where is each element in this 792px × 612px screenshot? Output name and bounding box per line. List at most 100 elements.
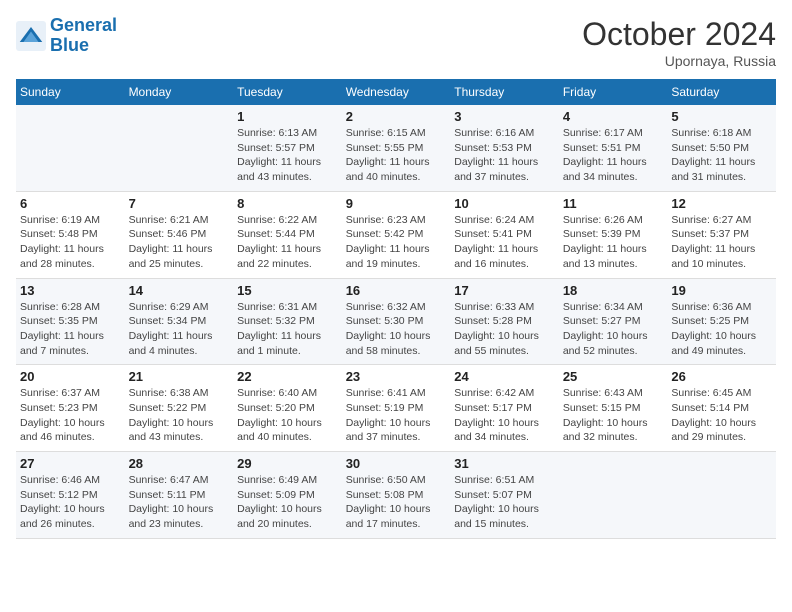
day-info: Sunrise: 6:36 AM Sunset: 5:25 PM Dayligh… (671, 300, 772, 359)
day-info: Sunrise: 6:47 AM Sunset: 5:11 PM Dayligh… (129, 473, 230, 532)
calendar-table: SundayMondayTuesdayWednesdayThursdayFrid… (16, 79, 776, 539)
day-info: Sunrise: 6:50 AM Sunset: 5:08 PM Dayligh… (346, 473, 447, 532)
logo: General Blue (16, 16, 117, 56)
day-info: Sunrise: 6:41 AM Sunset: 5:19 PM Dayligh… (346, 386, 447, 445)
logo-icon (16, 21, 46, 51)
day-cell-22: 22Sunrise: 6:40 AM Sunset: 5:20 PM Dayli… (233, 365, 342, 452)
day-number: 28 (129, 456, 230, 471)
day-number: 5 (671, 109, 772, 124)
day-number: 31 (454, 456, 555, 471)
day-cell-23: 23 Sunrise: 6:41 AM Sunset: 5:19 PM Dayli… (342, 365, 451, 452)
day-cell-27: 27 Sunrise: 6:46 AM Sunset: 5:12 PM Dayli… (16, 452, 125, 539)
day-info: Sunrise: 6:13 AM Sunset: 5:57 PM Dayligh… (237, 126, 338, 185)
day-cell-28: 28 Sunrise: 6:47 AM Sunset: 5:11 PM Dayli… (125, 452, 234, 539)
day-number: 22 (237, 369, 338, 384)
day-cell-13: 13 Sunrise: 6:28 AM Sunset: 5:35 PM Dayli… (16, 278, 125, 365)
day-number: 29 (237, 456, 338, 471)
day-cell-16: 16 Sunrise: 6:32 AM Sunset: 5:30 PM Dayli… (342, 278, 451, 365)
page-header: General Blue October 2024 Upornaya, Russ… (16, 16, 776, 69)
day-info: Sunrise: 6:31 AM Sunset: 5:32 PM Dayligh… (237, 300, 338, 359)
day-cell-19: 19 Sunrise: 6:36 AM Sunset: 5:25 PM Dayli… (667, 278, 776, 365)
day-number: 13 (20, 283, 121, 298)
day-cell-9: 9Sunrise: 6:23 AM Sunset: 5:42 PM Daylig… (342, 191, 451, 278)
weekday-header-sunday: Sunday (16, 79, 125, 105)
day-info: Sunrise: 6:32 AM Sunset: 5:30 PM Dayligh… (346, 300, 447, 359)
day-cell-8: 8Sunrise: 6:22 AM Sunset: 5:44 PM Daylig… (233, 191, 342, 278)
day-info: Sunrise: 6:28 AM Sunset: 5:35 PM Dayligh… (20, 300, 121, 359)
day-cell-26: 26 Sunrise: 6:45 AM Sunset: 5:14 PM Dayli… (667, 365, 776, 452)
day-cell-7: 7 Sunrise: 6:21 AM Sunset: 5:46 PM Daylig… (125, 191, 234, 278)
title-block: October 2024 Upornaya, Russia (582, 16, 776, 69)
day-number: 27 (20, 456, 121, 471)
weekday-header-friday: Friday (559, 79, 668, 105)
day-cell-14: 14 Sunrise: 6:29 AM Sunset: 5:34 PM Dayli… (125, 278, 234, 365)
day-info: Sunrise: 6:21 AM Sunset: 5:46 PM Dayligh… (129, 213, 230, 272)
location: Upornaya, Russia (582, 53, 776, 69)
day-number: 21 (129, 369, 230, 384)
weekday-header-row: SundayMondayTuesdayWednesdayThursdayFrid… (16, 79, 776, 105)
day-number: 10 (454, 196, 555, 211)
day-number: 2 (346, 109, 447, 124)
day-number: 16 (346, 283, 447, 298)
weekday-header-tuesday: Tuesday (233, 79, 342, 105)
day-info: Sunrise: 6:42 AM Sunset: 5:17 PM Dayligh… (454, 386, 555, 445)
day-info: Sunrise: 6:51 AM Sunset: 5:07 PM Dayligh… (454, 473, 555, 532)
day-cell-21: 21Sunrise: 6:38 AM Sunset: 5:22 PM Dayli… (125, 365, 234, 452)
day-cell-17: 17Sunrise: 6:33 AM Sunset: 5:28 PM Dayli… (450, 278, 559, 365)
day-number: 7 (129, 196, 230, 211)
day-number: 8 (237, 196, 338, 211)
day-number: 6 (20, 196, 121, 211)
week-row-4: 20 Sunrise: 6:37 AM Sunset: 5:23 PM Dayli… (16, 365, 776, 452)
day-number: 23 (346, 369, 447, 384)
week-row-1: 1Sunrise: 6:13 AM Sunset: 5:57 PM Daylig… (16, 105, 776, 191)
empty-cell (667, 452, 776, 539)
day-info: Sunrise: 6:34 AM Sunset: 5:27 PM Dayligh… (563, 300, 664, 359)
day-number: 26 (671, 369, 772, 384)
week-row-5: 27 Sunrise: 6:46 AM Sunset: 5:12 PM Dayli… (16, 452, 776, 539)
day-cell-3: 3Sunrise: 6:16 AM Sunset: 5:53 PM Daylig… (450, 105, 559, 191)
day-info: Sunrise: 6:29 AM Sunset: 5:34 PM Dayligh… (129, 300, 230, 359)
week-row-3: 13 Sunrise: 6:28 AM Sunset: 5:35 PM Dayli… (16, 278, 776, 365)
day-cell-25: 25 Sunrise: 6:43 AM Sunset: 5:15 PM Dayli… (559, 365, 668, 452)
day-cell-24: 24 Sunrise: 6:42 AM Sunset: 5:17 PM Dayli… (450, 365, 559, 452)
day-info: Sunrise: 6:45 AM Sunset: 5:14 PM Dayligh… (671, 386, 772, 445)
day-info: Sunrise: 6:46 AM Sunset: 5:12 PM Dayligh… (20, 473, 121, 532)
day-number: 12 (671, 196, 772, 211)
day-number: 19 (671, 283, 772, 298)
day-cell-15: 15 Sunrise: 6:31 AM Sunset: 5:32 PM Dayli… (233, 278, 342, 365)
day-cell-18: 18Sunrise: 6:34 AM Sunset: 5:27 PM Dayli… (559, 278, 668, 365)
day-cell-1: 1Sunrise: 6:13 AM Sunset: 5:57 PM Daylig… (233, 105, 342, 191)
day-number: 11 (563, 196, 664, 211)
day-info: Sunrise: 6:23 AM Sunset: 5:42 PM Dayligh… (346, 213, 447, 272)
day-info: Sunrise: 6:37 AM Sunset: 5:23 PM Dayligh… (20, 386, 121, 445)
day-number: 15 (237, 283, 338, 298)
weekday-header-wednesday: Wednesday (342, 79, 451, 105)
empty-cell (125, 105, 234, 191)
day-info: Sunrise: 6:15 AM Sunset: 5:55 PM Dayligh… (346, 126, 447, 185)
day-number: 24 (454, 369, 555, 384)
month-title: October 2024 (582, 16, 776, 53)
empty-cell (16, 105, 125, 191)
day-number: 14 (129, 283, 230, 298)
day-info: Sunrise: 6:19 AM Sunset: 5:48 PM Dayligh… (20, 213, 121, 272)
day-number: 20 (20, 369, 121, 384)
day-cell-30: 30Sunrise: 6:50 AM Sunset: 5:08 PM Dayli… (342, 452, 451, 539)
week-row-2: 6 Sunrise: 6:19 AM Sunset: 5:48 PM Daylig… (16, 191, 776, 278)
logo-text: General Blue (50, 16, 117, 56)
weekday-header-saturday: Saturday (667, 79, 776, 105)
day-number: 25 (563, 369, 664, 384)
day-info: Sunrise: 6:43 AM Sunset: 5:15 PM Dayligh… (563, 386, 664, 445)
day-cell-2: 2 Sunrise: 6:15 AM Sunset: 5:55 PM Daylig… (342, 105, 451, 191)
day-cell-5: 5 Sunrise: 6:18 AM Sunset: 5:50 PM Daylig… (667, 105, 776, 191)
day-cell-10: 10Sunrise: 6:24 AM Sunset: 5:41 PM Dayli… (450, 191, 559, 278)
day-info: Sunrise: 6:18 AM Sunset: 5:50 PM Dayligh… (671, 126, 772, 185)
day-info: Sunrise: 6:49 AM Sunset: 5:09 PM Dayligh… (237, 473, 338, 532)
day-info: Sunrise: 6:27 AM Sunset: 5:37 PM Dayligh… (671, 213, 772, 272)
day-cell-6: 6 Sunrise: 6:19 AM Sunset: 5:48 PM Daylig… (16, 191, 125, 278)
day-cell-4: 4Sunrise: 6:17 AM Sunset: 5:51 PM Daylig… (559, 105, 668, 191)
day-cell-11: 11Sunrise: 6:26 AM Sunset: 5:39 PM Dayli… (559, 191, 668, 278)
weekday-header-thursday: Thursday (450, 79, 559, 105)
day-info: Sunrise: 6:17 AM Sunset: 5:51 PM Dayligh… (563, 126, 664, 185)
weekday-header-monday: Monday (125, 79, 234, 105)
day-info: Sunrise: 6:16 AM Sunset: 5:53 PM Dayligh… (454, 126, 555, 185)
